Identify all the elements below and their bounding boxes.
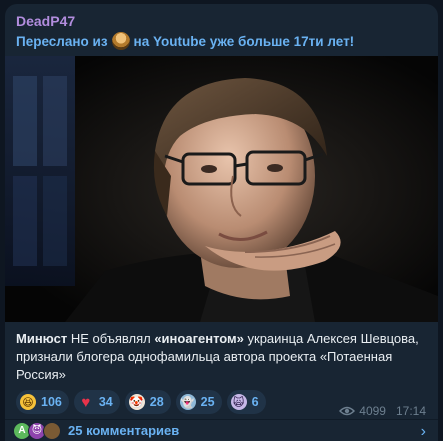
reaction-count: 34 <box>98 395 113 409</box>
ghost-sticker-icon: 👻 <box>179 394 196 410</box>
forwarded-source-avatar[interactable] <box>111 32 130 50</box>
forwarded-prefix: Переслано из <box>16 33 108 49</box>
reaction-count: 106 <box>41 395 62 409</box>
caption-bold-ministry: Минюст <box>16 331 68 346</box>
reaction-heart[interactable]: ♥ 34 <box>73 390 120 414</box>
reaction-anime[interactable]: 🙀 6 <box>226 390 266 414</box>
comments-label: 25 комментариев <box>68 423 180 438</box>
reaction-laugh[interactable]: 😆 106 <box>16 390 69 414</box>
reaction-count: 28 <box>149 395 164 409</box>
anime-sticker-icon: 🙀 <box>230 394 247 410</box>
forwarded-source-name[interactable]: на Youtube уже больше 17ти лет! <box>134 34 355 49</box>
sender-name[interactable]: DeadP47 <box>16 13 75 29</box>
reaction-count: 25 <box>200 395 215 409</box>
comments-button[interactable]: A 😈 25 комментариев › <box>5 419 438 441</box>
message-time: 17:14 <box>395 404 426 418</box>
message-bubble[interactable]: DeadP47 Переслано из на Youtube уже боль… <box>5 4 438 441</box>
reaction-ghost[interactable]: 👻 25 <box>175 390 222 414</box>
reaction-count: 6 <box>251 395 259 409</box>
caption-text-1: НЕ объявлял <box>67 331 155 346</box>
clown-icon: 🤡 <box>128 394 145 410</box>
caption-bold-agent: «иноагентом» <box>154 331 244 346</box>
chevron-right-icon: › <box>420 423 426 440</box>
message-meta: 4099 17:14 <box>339 404 426 418</box>
eye-icon <box>339 406 356 416</box>
attached-photo[interactable] <box>5 56 438 322</box>
heart-icon: ♥ <box>81 393 91 411</box>
reactions-bar: 😆 106 ♥ 34 🤡 28 👻 25 🙀 6 <box>16 390 266 414</box>
view-count: 4099 <box>359 404 386 418</box>
message-caption: Минюст НЕ объявлял «иноагентом» украинца… <box>16 330 426 384</box>
commenter-avatar <box>43 421 61 440</box>
laughing-emoji-icon: 😆 <box>20 394 36 410</box>
forwarded-header[interactable]: Переслано из на Youtube уже больше 17ти … <box>16 32 354 50</box>
reaction-clown[interactable]: 🤡 28 <box>124 390 171 414</box>
